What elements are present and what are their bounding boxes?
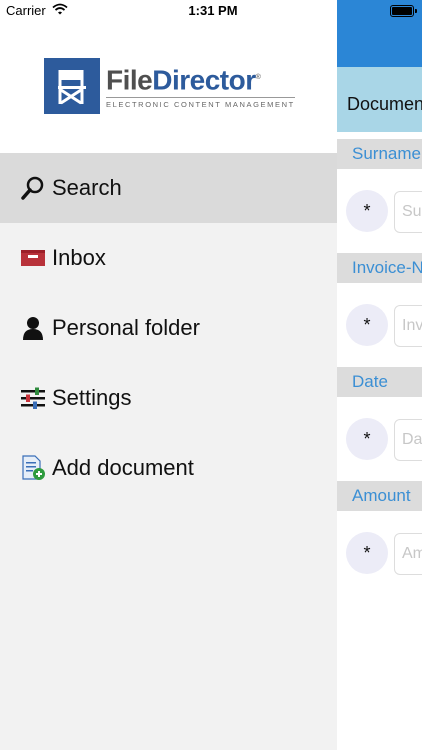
surname-input[interactable]: Surname	[394, 191, 422, 233]
field-surname: Surname * Surname	[337, 139, 422, 253]
menu-item-settings[interactable]: Settings	[0, 363, 337, 433]
menu-item-add-document[interactable]: Add document	[0, 433, 337, 503]
search-form-panel: Document Surname * Surname Invoice-No * …	[337, 0, 422, 750]
field-label: Invoice-No	[337, 253, 422, 283]
field-label: Amount	[337, 481, 422, 511]
invoice-no-input[interactable]: Invoice-No	[394, 305, 422, 347]
menu-list: Search Inbox Personal folder Settings Ad…	[0, 153, 337, 503]
document-bar-title: Document	[347, 94, 422, 114]
logo-wordmark: FileDirector®	[106, 64, 261, 96]
magnifier-icon	[20, 175, 46, 201]
field-label: Surname	[337, 139, 422, 169]
person-icon	[20, 315, 46, 341]
inbox-icon	[20, 245, 46, 271]
menu-item-inbox[interactable]: Inbox	[0, 223, 337, 293]
menu-item-label: Settings	[52, 385, 132, 410]
date-input[interactable]: Date	[394, 419, 422, 461]
amount-input[interactable]: Amount	[394, 533, 422, 575]
field-date: Date * Date	[337, 367, 422, 481]
menu-item-label: Personal folder	[52, 315, 200, 340]
menu-item-search[interactable]: Search	[0, 153, 337, 223]
director-chair-icon	[44, 58, 100, 114]
menu-item-label: Inbox	[52, 245, 106, 270]
sliders-icon	[20, 385, 46, 411]
status-bar: Carrier 1:31 PM	[0, 0, 422, 22]
add-document-icon	[20, 455, 46, 481]
document-type-bar[interactable]: Document	[337, 67, 422, 132]
required-badge: *	[346, 418, 388, 460]
required-badge: *	[346, 532, 388, 574]
side-menu: FileDirector® ELECTRONIC CONTENT MANAGEM…	[0, 0, 337, 750]
menu-item-label: Search	[52, 175, 122, 200]
clock: 1:31 PM	[188, 3, 238, 18]
field-invoice-no: Invoice-No * Invoice-No	[337, 253, 422, 367]
filedirector-logo: FileDirector® ELECTRONIC CONTENT MANAGEM…	[44, 58, 295, 114]
field-label: Date	[337, 367, 422, 397]
battery-icon	[390, 5, 417, 17]
required-badge: *	[346, 190, 388, 232]
menu-item-personal-folder[interactable]: Personal folder	[0, 293, 337, 363]
menu-header: FileDirector® ELECTRONIC CONTENT MANAGEM…	[0, 0, 337, 153]
logo-tagline: ELECTRONIC CONTENT MANAGEMENT	[106, 96, 295, 109]
required-badge: *	[346, 304, 388, 346]
menu-item-label: Add document	[52, 455, 194, 480]
field-amount: Amount * Amount	[337, 481, 422, 595]
